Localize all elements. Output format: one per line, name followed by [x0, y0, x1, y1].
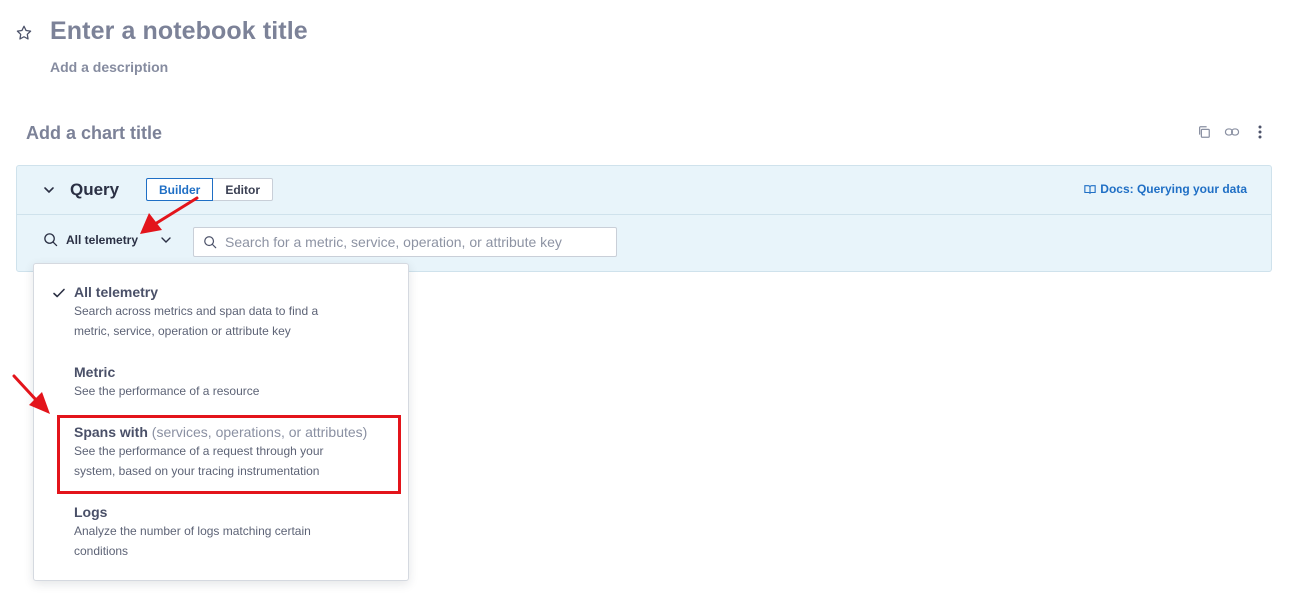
copy-icon[interactable] [1196, 124, 1212, 140]
notebook-title-input[interactable]: Enter a notebook title [50, 17, 308, 46]
menu-item-logs[interactable]: Logs Analyze the number of logs matching… [74, 504, 394, 561]
menu-item-metric[interactable]: Metric See the performance of a resource [74, 364, 394, 401]
book-icon [1084, 184, 1096, 194]
telemetry-selected-label: All telemetry [66, 232, 139, 247]
star-icon[interactable] [15, 24, 33, 42]
editor-tab[interactable]: Editor [213, 178, 274, 201]
menu-item-desc: See the performance of a resource [74, 384, 260, 398]
search-icon [204, 236, 217, 249]
link-icon[interactable] [1224, 124, 1240, 140]
annotation-arrow-left [12, 374, 50, 414]
metric-search-input[interactable] [225, 234, 605, 250]
chart-actions [1196, 124, 1268, 140]
metric-search-box[interactable] [193, 227, 617, 257]
menu-item-all-telemetry[interactable]: All telemetry Search across metrics and … [74, 284, 394, 341]
check-icon [53, 288, 65, 298]
annotation-arrow-top [140, 196, 199, 234]
notebook-description-input[interactable]: Add a description [50, 59, 168, 75]
docs-link[interactable]: Docs: Querying your data [1084, 182, 1247, 196]
query-header: Query Builder Editor Docs: Querying your… [17, 166, 1271, 215]
chart-title-input[interactable]: Add a chart title [26, 123, 162, 144]
chevron-down-icon[interactable] [43, 184, 55, 196]
search-icon [44, 233, 58, 247]
query-label: Query [70, 180, 120, 199]
menu-item-title: Logs [74, 504, 108, 520]
menu-item-desc: Search across metrics and span data to f… [74, 304, 319, 338]
menu-item-title: All telemetry [74, 284, 159, 300]
more-vertical-icon[interactable] [1252, 124, 1268, 140]
docs-link-label: Docs: Querying your data [1100, 182, 1247, 196]
menu-item-desc: Analyze the number of logs matching cert… [74, 524, 311, 558]
menu-item-title: Metric [74, 364, 116, 380]
annotation-highlight-box [57, 415, 401, 494]
